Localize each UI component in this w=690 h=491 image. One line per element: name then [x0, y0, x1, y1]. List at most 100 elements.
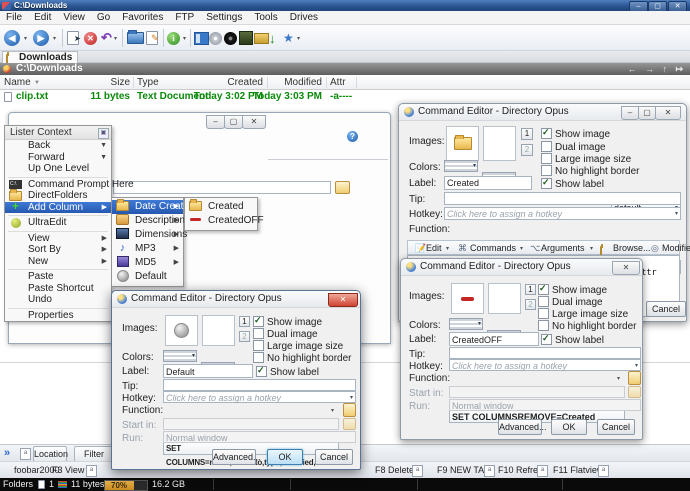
col-type[interactable]: Type — [137, 75, 159, 90]
dialog3-large-image-checkbox[interactable]: Large image size — [253, 340, 343, 352]
bg-path-field[interactable] — [113, 181, 331, 194]
dialog2-image2-button[interactable]: 2 — [525, 299, 536, 310]
menu-item-forward[interactable]: Forward▼ — [5, 152, 111, 164]
col-name[interactable]: Name — [4, 75, 31, 90]
info-dropdown-icon[interactable]: ▾ — [183, 29, 186, 47]
dialog2-image1[interactable] — [451, 283, 484, 314]
dialog3-image1[interactable] — [165, 315, 198, 346]
menu-favorites[interactable]: Favorites — [116, 11, 169, 25]
filter-button[interactable]: Filter — [74, 446, 114, 462]
dialog1-image2[interactable] — [483, 126, 516, 161]
dialog3-function-browse-icon[interactable] — [343, 403, 356, 417]
dialog1-show-image-checkbox[interactable]: Show image — [541, 128, 610, 140]
dialog2-function-browse-icon[interactable] — [628, 371, 641, 385]
commands-icon[interactable]: ⌘ — [458, 241, 467, 256]
download-icon[interactable]: ↓ — [269, 29, 276, 47]
back-dropdown-icon[interactable]: ▾ — [24, 29, 27, 47]
location-button[interactable]: Location — [33, 446, 67, 462]
col-modified[interactable]: Modified — [252, 75, 322, 90]
select-files-icon[interactable]: ➤ — [67, 29, 81, 47]
menu-file[interactable]: File — [0, 11, 28, 25]
commands-label[interactable]: Commands — [470, 241, 516, 256]
dialog1-image1[interactable] — [446, 126, 479, 161]
submenu-md5[interactable]: MD5▶ — [112, 256, 183, 270]
open-folder-icon[interactable] — [127, 29, 144, 47]
dialog1-hotkey-field[interactable]: Click here to assign a hotkey▾ — [444, 207, 681, 220]
menu-item-properties[interactable]: Properties — [5, 310, 111, 322]
dialog2-image2[interactable] — [488, 283, 521, 314]
dialog3-color1-dropdown[interactable]: ▾ — [163, 350, 197, 362]
path-nav-arrows[interactable]: ← → ↑ ↦ — [627, 63, 686, 75]
dialog1-no-highlight-checkbox[interactable]: No highlight border — [541, 165, 640, 177]
f3-view-button[interactable]: F3 View — [52, 464, 84, 477]
forward-dropdown-icon[interactable]: ▾ — [53, 29, 56, 47]
dialog2-hotkey-field[interactable]: Click here to assign a hotkey▾ — [449, 359, 641, 371]
dialog2-no-highlight-checkbox[interactable]: No highlight border — [538, 320, 637, 332]
dialog3-ok-button[interactable]: OK — [267, 449, 303, 465]
dialog3-cancel-button[interactable]: Cancel — [315, 449, 353, 465]
menu-close-icon[interactable]: ▣ — [98, 128, 109, 139]
dialog3-image2[interactable] — [202, 315, 235, 346]
menu-item-back[interactable]: Back▼ — [5, 140, 111, 152]
col-size[interactable]: Size — [60, 75, 130, 90]
menu-item-paste-shortcut[interactable]: Paste Shortcut — [5, 283, 111, 295]
menu-view[interactable]: View — [57, 11, 91, 25]
submenu-default[interactable]: Default — [112, 270, 183, 284]
menu-item-paste[interactable]: Paste — [5, 271, 111, 283]
submenu-created-off[interactable]: CreatedOFF — [185, 214, 257, 228]
dialog1-close-button[interactable]: ✕ — [655, 106, 681, 120]
f9-new-tab-button[interactable]: F9 NEW TAB — [437, 464, 490, 477]
help-icon[interactable]: ? — [347, 131, 358, 142]
bg-minimize-button[interactable]: – — [206, 115, 225, 129]
dialog2-advanced-button[interactable]: Advanced... — [498, 419, 542, 435]
submenu-created[interactable]: Created — [185, 200, 257, 214]
jump-arrows-icon[interactable]: » — [4, 447, 10, 459]
dialog3-no-highlight-checkbox[interactable]: No highlight border — [253, 352, 352, 364]
menu-tools[interactable]: Tools — [248, 11, 283, 25]
delete-icon[interactable]: ✕ — [84, 29, 97, 47]
submenu-mp3[interactable]: ♪MP3▶ — [112, 242, 183, 256]
dialog3-label-field[interactable]: Default — [163, 364, 253, 378]
col-attr[interactable]: Attr — [330, 75, 346, 90]
menu-item-ultraedit[interactable]: UltraEdit — [5, 217, 111, 229]
dialog2-cancel-button[interactable]: Cancel — [597, 419, 635, 435]
modifiers-label[interactable]: Modifiers — [662, 241, 690, 256]
submenu-descriptions[interactable]: Descriptions▶ — [112, 214, 183, 228]
dialog2-close-button[interactable]: ✕ — [612, 261, 640, 275]
bg-close-button[interactable]: ✕ — [242, 115, 266, 129]
browse-label[interactable]: Browse... — [613, 241, 651, 256]
info-icon[interactable]: i — [167, 29, 180, 47]
dialog1-large-image-checkbox[interactable]: Large image size — [541, 153, 631, 165]
dialog3-function-caret-icon[interactable]: ▾ — [331, 407, 334, 414]
location-mode-icon[interactable]: a — [20, 448, 31, 460]
dialog1-image2-button[interactable]: 2 — [521, 144, 533, 156]
undo-dropdown-icon[interactable]: ▾ — [114, 29, 117, 47]
forward-icon[interactable]: ▶ — [33, 29, 49, 47]
media-player-icon[interactable] — [239, 29, 253, 47]
file-row-clip-txt[interactable]: clip.txt 11 bytes Text Document Today 3:… — [0, 90, 690, 103]
dialog3-image1-button[interactable]: 1 — [239, 316, 250, 327]
dialog2-dual-image-checkbox[interactable]: Dual image — [538, 296, 603, 308]
menu-item-directfolders[interactable]: DirectFolders — [5, 190, 111, 202]
dialog3-advanced-button[interactable]: Advanced... — [212, 449, 256, 465]
back-icon[interactable]: ◀ — [4, 29, 20, 47]
dialog1-color1-dropdown[interactable]: ▾ — [444, 160, 478, 172]
edit-label[interactable]: Edit — [426, 241, 442, 256]
dialog1-tip-field[interactable] — [444, 192, 681, 205]
arguments-label[interactable]: Arguments — [541, 241, 585, 256]
dialog3-hotkey-field[interactable]: Click here to assign a hotkey▾ — [163, 391, 356, 403]
dialog2-show-label-checkbox[interactable]: Show label — [541, 334, 604, 346]
menu-item-add-column[interactable]: +Add Column▶ — [5, 202, 111, 214]
menu-item-up-one-level[interactable]: Up One Level — [5, 163, 111, 175]
menu-item-sort-by[interactable]: Sort By▶ — [5, 244, 111, 256]
dialog3-close-button[interactable]: ✕ — [328, 293, 358, 307]
dialog2-show-image-checkbox[interactable]: Show image — [538, 284, 607, 296]
dialog1-label-field[interactable]: Created — [444, 176, 532, 190]
archive-icon[interactable] — [254, 29, 269, 47]
menu-item-undo[interactable]: Undo — [5, 294, 111, 306]
dialog3-dual-image-checkbox[interactable]: Dual image — [253, 328, 318, 340]
dialog1-show-label-checkbox[interactable]: Show label — [541, 178, 604, 190]
dialog2-ok-button[interactable]: OK — [551, 419, 587, 435]
path-bar[interactable]: C:\Downloads ← → ↑ ↦ — [0, 63, 690, 75]
arguments-icon[interactable]: ⌥ — [530, 241, 540, 256]
